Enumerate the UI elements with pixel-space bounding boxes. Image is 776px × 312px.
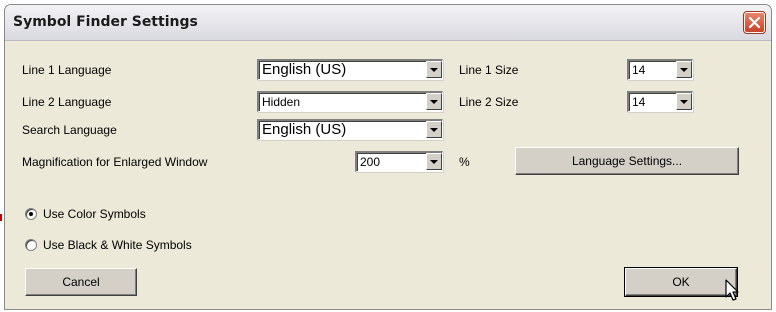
dropdown-arrow-button[interactable] [676,93,692,110]
dropdown-arrow-button[interactable] [426,153,442,170]
search-language-select[interactable]: English (US) [257,119,443,140]
line2-language-label: Line 2 Language [22,95,112,109]
line2-language-select[interactable]: Hidden [257,91,443,112]
dropdown-arrow-button[interactable] [676,61,692,78]
chevron-down-icon [680,100,688,104]
magnification-select[interactable]: 200 [355,151,443,172]
line1-size-label: Line 1 Size [459,63,519,77]
cancel-button-label: Cancel [62,275,100,289]
radio-selected-dot [29,212,33,216]
edge-marker [0,214,2,221]
dropdown-arrow-button[interactable] [426,61,442,78]
close-button[interactable] [743,11,766,34]
language-settings-label: Language Settings... [571,154,683,168]
chevron-down-icon [430,100,438,104]
dropdown-arrow-button[interactable] [426,121,442,138]
search-language-label: Search Language [22,123,117,137]
dialog-window: Symbol Finder Settings Line 1 Language E… [4,4,772,310]
bw-symbols-radio[interactable] [25,239,37,251]
close-x-icon [748,16,761,29]
line1-language-select[interactable]: English (US) [257,59,443,80]
chevron-down-icon [430,128,438,132]
line1-size-value: 14 [632,63,646,77]
search-language-value: English (US) [262,121,347,138]
magnification-value: 200 [360,155,381,169]
line1-language-label: Line 1 Language [22,63,112,77]
line2-size-value: 14 [632,95,646,109]
chevron-down-icon [430,68,438,72]
line1-size-select[interactable]: 14 [627,59,693,80]
line2-size-select[interactable]: 14 [627,91,693,112]
magnification-label: Magnification for Enlarged Window [22,155,208,169]
bw-symbols-option[interactable]: Use Black & White Symbols [25,236,245,254]
line1-language-value: English (US) [262,61,347,78]
chevron-down-icon [430,160,438,164]
ok-button-label: OK [672,275,690,289]
color-symbols-label: Use Color Symbols [43,207,146,221]
mouse-cursor-icon [725,279,739,301]
line2-language-value: Hidden [262,95,301,109]
window-title: Symbol Finder Settings [13,14,198,30]
color-symbols-radio[interactable] [25,208,37,220]
magnification-unit: % [459,155,470,169]
line2-size-label: Line 2 Size [459,95,519,109]
cancel-button[interactable]: Cancel [25,268,137,296]
language-settings-button[interactable]: Language Settings... [515,147,739,175]
bw-symbols-label: Use Black & White Symbols [43,238,192,252]
color-symbols-option[interactable]: Use Color Symbols [25,205,225,223]
chevron-down-icon [680,68,688,72]
title-bar[interactable]: Symbol Finder Settings [5,5,771,41]
dropdown-arrow-button[interactable] [426,93,442,110]
ok-button[interactable]: OK [624,267,738,297]
